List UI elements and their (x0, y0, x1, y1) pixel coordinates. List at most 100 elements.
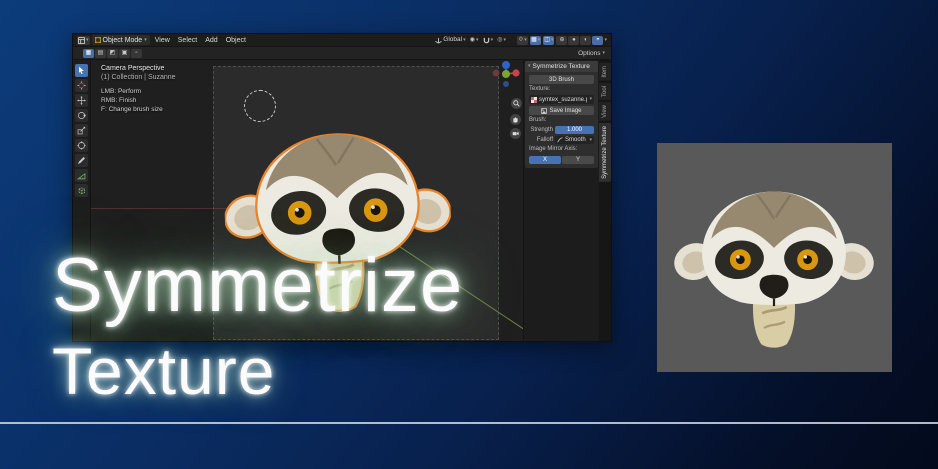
mode-selector[interactable]: Object Mode ▾ (92, 35, 150, 45)
add-cube-icon (77, 186, 86, 195)
hero-title: Symmetrize Texture (52, 248, 463, 404)
tool-measure[interactable] (75, 169, 88, 182)
axis-y-button[interactable]: Y (562, 156, 594, 164)
gizmo-x-axis (512, 69, 519, 76)
menu-select[interactable]: Select (175, 37, 200, 44)
tool-annotate[interactable] (75, 154, 88, 167)
annotate-pen-icon (77, 156, 86, 165)
measure-icon (77, 171, 86, 180)
texture-label: Texture: (529, 86, 594, 93)
symmetrize-texture-panel: ▾ Symmetrize Texture 3D Brush Texture: s… (525, 61, 598, 168)
chevron-down-icon: ▾ (144, 38, 147, 43)
menu-add[interactable]: Add (202, 37, 220, 44)
menu-object[interactable]: Object (223, 37, 249, 44)
camera-icon (512, 130, 519, 137)
brush-option-icon[interactable]: ▣ (119, 49, 130, 58)
brush-option-icon[interactable]: ◩ (107, 49, 118, 58)
transform-orientation-dropdown[interactable]: Global ▾ (434, 36, 466, 45)
panel-title: Symmetrize Texture (533, 63, 590, 70)
hero-line-1: Symmetrize (52, 248, 463, 324)
tool-transform[interactable] (75, 139, 88, 152)
strength-field[interactable]: 1.000 (555, 126, 594, 134)
mirror-axis-toggle: X Y (529, 156, 594, 164)
pivot-point-dropdown[interactable]: ◉▾ (469, 36, 480, 45)
navigation-gizmo[interactable] (491, 60, 521, 90)
tool-cursor[interactable] (75, 79, 88, 92)
scale-icon (77, 126, 86, 135)
shading-mode-group: ⊕ ● ◐ ◓ ▾ (556, 36, 607, 45)
shading-rendered-icon[interactable]: ◓ (592, 36, 603, 45)
texture-select[interactable]: symtex_suzanne.png ▾ (529, 95, 594, 104)
gizmo-x-neg-axis (493, 70, 500, 77)
3d-brush-button[interactable]: 3D Brush (529, 75, 594, 84)
viewport-overlay-text: Camera Perspective (1) Collection | Suza… (101, 64, 176, 82)
magnet-icon (483, 37, 490, 44)
orientation-label: Global (443, 37, 462, 44)
tool-add-cube[interactable] (75, 184, 88, 197)
proportional-editing-dropdown[interactable]: ◎▾ (496, 36, 507, 45)
falloff-curve-icon (557, 137, 563, 143)
tool-move[interactable] (75, 94, 88, 107)
magnifier-icon (513, 100, 520, 107)
tool-select-box[interactable] (75, 64, 88, 77)
sidebar-region: ▾ Symmetrize Texture 3D Brush Texture: s… (523, 60, 599, 341)
mirror-axis-label: Image Mirror Axis: (529, 146, 594, 153)
tool-rotate[interactable] (75, 109, 88, 122)
tab-view[interactable]: View (599, 102, 611, 121)
camera-view-button[interactable] (510, 128, 521, 139)
hero-line-2: Texture (52, 338, 463, 404)
viewport-header: ▾ Object Mode ▾ View Select Add Object G… (73, 34, 611, 47)
gizmo-z-neg-axis (503, 81, 509, 87)
menu-view[interactable]: View (152, 37, 173, 44)
brush-option-icon[interactable]: ▤ (95, 49, 106, 58)
tool-scale[interactable] (75, 124, 88, 137)
tab-item[interactable]: Item (599, 63, 611, 81)
show-overlays-dropdown[interactable]: ▦▾ (530, 36, 541, 45)
hand-icon (512, 116, 519, 123)
falloff-label: Falloff (529, 137, 553, 143)
transform-icon (77, 141, 86, 150)
snap-magnet-dropdown[interactable]: ▾ (482, 36, 495, 45)
orientation-icon (435, 37, 442, 44)
view-name: Camera Perspective (101, 64, 176, 73)
editor-type-icon[interactable]: ▾ (77, 36, 90, 45)
shading-solid-icon[interactable]: ● (568, 36, 579, 45)
collection-context: (1) Collection | Suzanne (101, 73, 176, 82)
image-icon (541, 108, 547, 114)
panel-header[interactable]: ▾ Symmetrize Texture (525, 61, 598, 72)
brush-option-icon[interactable]: ▫ (131, 49, 142, 58)
brush-cursor-circle (244, 90, 276, 122)
texture-checker-icon (531, 97, 537, 103)
falloff-select[interactable]: Smooth ▾ (555, 136, 594, 144)
show-gizmos-dropdown[interactable]: ⟐▾ (517, 36, 528, 45)
3d-cursor-icon (77, 81, 86, 90)
mode-label: Object Mode (103, 37, 143, 44)
shading-wireframe-icon[interactable]: ⊕ (556, 36, 567, 45)
gizmo-y-axis (502, 70, 510, 78)
pan-button[interactable] (510, 114, 521, 125)
promo-canvas: ▾ Object Mode ▾ View Select Add Object G… (0, 0, 938, 469)
rotate-icon (77, 111, 86, 120)
brush-label: Brush: (529, 117, 594, 124)
strength-label: Strength (529, 127, 553, 133)
chevron-down-icon: ▾ (86, 38, 89, 43)
move-icon (77, 96, 86, 105)
shading-material-icon[interactable]: ◐ (580, 36, 591, 45)
axis-x-button[interactable]: X (529, 156, 561, 164)
sidebar-tabs: Item Tool View Symmetrize Texture (599, 60, 611, 341)
footer-divider-line (0, 422, 938, 424)
brush-slot-icon[interactable]: ▦ (83, 49, 94, 58)
tab-tool[interactable]: Tool (599, 83, 611, 100)
zoom-button[interactable] (511, 98, 522, 109)
select-cursor-icon (77, 66, 86, 75)
object-mode-icon (95, 37, 101, 43)
collapse-chevron-icon: ▾ (528, 64, 531, 69)
tab-symmetrize-texture[interactable]: Symmetrize Texture (599, 123, 611, 182)
texture-name: symtex_suzanne.png (539, 97, 587, 103)
symmetrized-lemur-image (674, 177, 874, 359)
options-dropdown[interactable]: Options▾ (578, 50, 607, 57)
tool-settings-bar: ▦ ▤ ◩ ▣ ▫ Options▾ (73, 47, 611, 60)
keymap-hints: LMB: Perform RMB: Finish F: Change brush… (101, 88, 163, 114)
save-image-button[interactable]: Save Image (529, 106, 594, 115)
xray-toggle-dropdown[interactable]: ◫▾ (543, 36, 554, 45)
